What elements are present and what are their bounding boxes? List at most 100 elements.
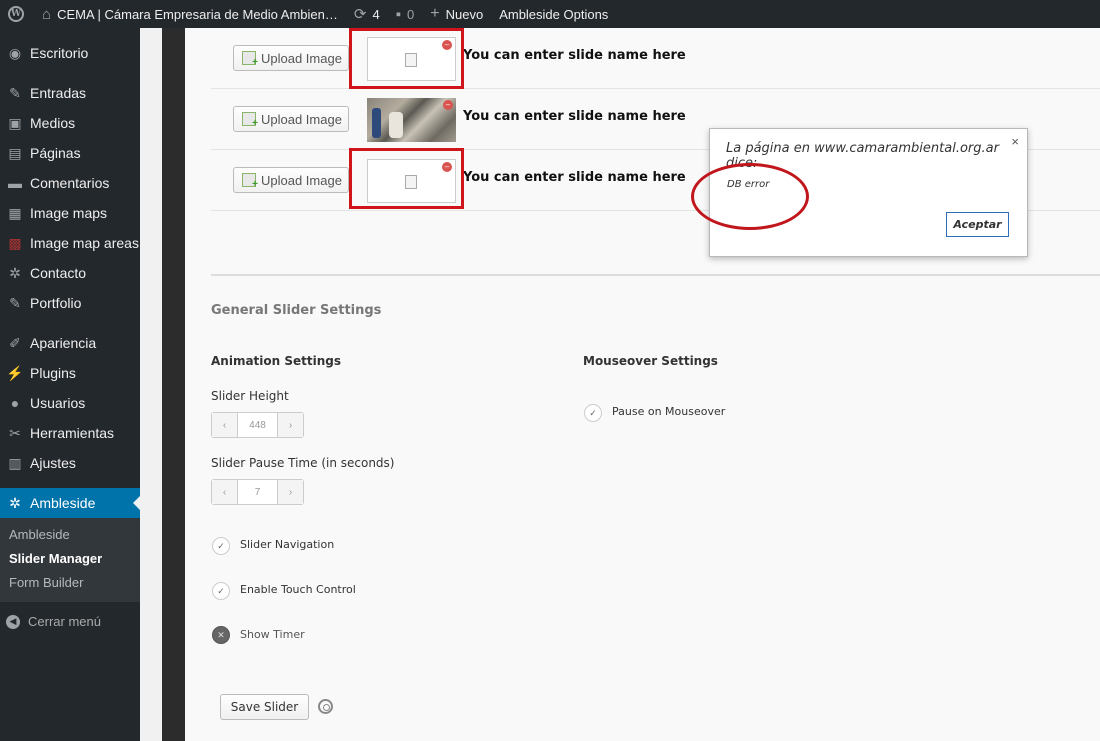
sidebar-item-contacto[interactable]: ✲ Contacto (0, 258, 140, 288)
image-map-areas-icon: ▩ (8, 234, 22, 251)
upload-image-button[interactable]: Upload Image (233, 167, 349, 193)
slider-navigation-label: Slider Navigation (240, 538, 335, 551)
site-name-link[interactable]: ⌂ CEMA | Cámara Empresaria de Medio Ambi… (32, 0, 346, 28)
sidebar-item-comentarios[interactable]: ▬ Comentarios (0, 168, 140, 198)
new-label: Nuevo (445, 6, 484, 22)
slider-height-stepper[interactable]: ‹ 448 › (211, 412, 304, 438)
media-icon: ▣ (8, 114, 22, 131)
collapse-menu-button[interactable]: ◀ Cerrar menú (0, 614, 140, 629)
sidebar-item-herramientas[interactable]: ✂ Herramientas (0, 418, 140, 448)
wordpress-logo-icon: W (8, 6, 24, 22)
touch-control-checkbox[interactable]: ✓ (212, 582, 230, 600)
upload-image-button[interactable]: Upload Image (233, 45, 349, 71)
sidebar-item-apariencia[interactable]: ✐ Apariencia (0, 328, 140, 358)
admin-sidebar: ◉ Escritorio ✎ Entradas ▣ Medios ▤ Páginas ▬… (0, 28, 140, 741)
add-image-icon (242, 173, 258, 190)
upload-image-button[interactable]: Upload Image (233, 106, 349, 132)
sidebar-item-portfolio[interactable]: ✎ Portfolio (0, 288, 140, 318)
increment-button[interactable]: › (277, 413, 303, 437)
content-gutter (140, 28, 162, 741)
sidebar-item-ambleside[interactable]: ✲ Ambleside (0, 488, 140, 518)
slide-name[interactable]: You can enter slide name here (463, 170, 686, 185)
user-icon: ● (10, 395, 20, 411)
updates-link[interactable]: ⟳ 4 (346, 0, 388, 28)
submenu-item-form-builder[interactable]: Form Builder (0, 572, 140, 596)
wrench-icon: ✂ (9, 424, 21, 441)
refresh-icon: ⟳ (353, 5, 367, 23)
remove-slide-icon[interactable]: – (443, 100, 453, 110)
pin-icon: ✎ (9, 84, 21, 101)
mouseover-settings-title: Mouseover Settings (583, 354, 718, 368)
home-icon: ⌂ (42, 5, 52, 23)
ambleside-options-link[interactable]: Ambleside Options (491, 0, 616, 28)
upload-image-label: Upload Image (261, 111, 342, 127)
decrement-button[interactable]: ‹ (212, 413, 238, 437)
annotation-ellipse (691, 163, 809, 230)
sidebar-item-label: Usuarios (30, 395, 86, 411)
site-name: CEMA | Cámara Empresaria de Medio Ambien… (57, 6, 338, 22)
show-timer-checkbox[interactable]: ✕ (212, 626, 230, 644)
sidebar-item-plugins[interactable]: ⚡ Plugins (0, 358, 140, 388)
brush-icon: ✐ (9, 334, 21, 351)
slider-height-label: Slider Height (211, 389, 289, 403)
collapse-menu-label: Cerrar menú (28, 614, 101, 629)
increment-button[interactable]: › (277, 480, 303, 504)
pause-mouseover-label: Pause on Mouseover (612, 405, 726, 418)
new-content-link[interactable]: + Nuevo (422, 0, 491, 28)
submenu-item-ambleside[interactable]: Ambleside (0, 524, 140, 548)
section-divider (211, 274, 1100, 276)
sidebar-item-usuarios[interactable]: ● Usuarios (0, 388, 140, 418)
accept-button[interactable]: Aceptar (946, 212, 1009, 237)
sidebar-item-label: Entradas (30, 85, 87, 101)
pause-mouseover-checkbox[interactable]: ✓ (584, 404, 602, 422)
dashboard-icon: ◉ (8, 44, 22, 61)
gear-icon: ✲ (9, 494, 21, 511)
image-maps-icon: ▦ (8, 204, 22, 221)
comments-link[interactable]: ▪ 0 (388, 0, 423, 28)
general-settings-title: General Slider Settings (211, 303, 382, 318)
sidebar-item-label: Herramientas (30, 425, 115, 441)
slider-height-value[interactable]: 448 (238, 413, 277, 437)
pause-time-label: Slider Pause Time (in seconds) (211, 456, 395, 470)
sidebar-item-label: Comentarios (30, 175, 110, 191)
content-left-edge (162, 28, 185, 741)
sidebar-item-escritorio[interactable]: ◉ Escritorio (0, 38, 140, 68)
sidebar-item-image-map-areas[interactable]: ▩ Image map areas (0, 228, 140, 258)
pin-icon: ✎ (9, 294, 21, 311)
sidebar-item-entradas[interactable]: ✎ Entradas (0, 78, 140, 108)
sidebar-item-image-maps[interactable]: ▦ Image maps (0, 198, 140, 228)
pause-time-stepper[interactable]: ‹ 7 › (211, 479, 304, 505)
slider-navigation-checkbox[interactable]: ✓ (212, 537, 230, 555)
sidebar-item-label: Apariencia (30, 335, 97, 351)
add-image-icon (242, 112, 258, 129)
show-timer-label: Show Timer (240, 628, 305, 641)
sidebar-item-ajustes[interactable]: ▥ Ajustes (0, 448, 140, 478)
photo-figure (372, 108, 381, 138)
comments-count: 0 (407, 6, 415, 22)
wordpress-menu[interactable]: W (0, 0, 32, 28)
sidebar-item-label: Páginas (30, 145, 81, 161)
submenu-item-slider-manager[interactable]: Slider Manager (0, 548, 140, 572)
sidebar-item-label: Ajustes (30, 455, 76, 471)
slide-row: Upload Image – You can enter slide name … (211, 28, 1100, 89)
sidebar-item-label: Portfolio (30, 295, 82, 311)
comment-icon: ▪ (395, 5, 402, 23)
settings-icon: ▥ (8, 454, 22, 471)
admin-bar: W ⌂ CEMA | Cámara Empresaria de Medio Am… (0, 0, 1100, 28)
save-slider-button[interactable]: Save Slider (220, 694, 309, 720)
slide-name[interactable]: You can enter slide name here (463, 109, 686, 124)
comments-icon: ▬ (8, 175, 22, 191)
decrement-button[interactable]: ‹ (212, 480, 238, 504)
sidebar-item-paginas[interactable]: ▤ Páginas (0, 138, 140, 168)
slide-name[interactable]: You can enter slide name here (463, 48, 686, 63)
photo-figure (389, 112, 403, 138)
animation-settings-title: Animation Settings (211, 354, 342, 368)
pages-icon: ▤ (8, 144, 22, 161)
close-icon[interactable]: × (1011, 134, 1019, 149)
pause-time-value[interactable]: 7 (238, 480, 277, 504)
loading-spinner-icon (318, 699, 333, 714)
ambleside-submenu: Ambleside Slider Manager Form Builder (0, 518, 140, 602)
sidebar-item-label: Ambleside (30, 495, 96, 511)
sidebar-item-medios[interactable]: ▣ Medios (0, 108, 140, 138)
slide-thumbnail[interactable]: – (367, 98, 456, 142)
